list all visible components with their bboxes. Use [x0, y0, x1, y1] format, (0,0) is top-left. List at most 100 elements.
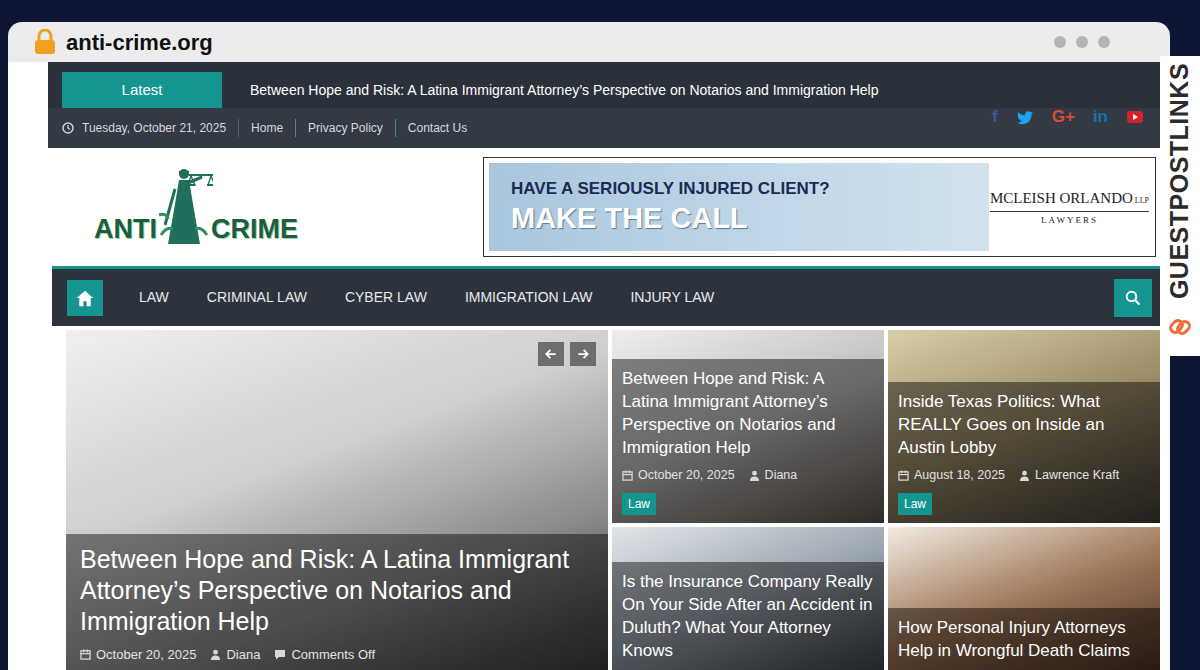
slide-arrows — [538, 342, 596, 366]
card-title[interactable]: Inside Texas Politics: What REALLY Goes … — [898, 390, 1150, 459]
meta-cal: October 20, 2025 — [96, 645, 196, 665]
post-card[interactable]: How Personal Injury Attorneys Help in Wr… — [888, 527, 1160, 670]
top-left: Tuesday, October 21, 2025HomePrivacy Pol… — [62, 119, 479, 137]
logo-word[interactable]: CRIME — [211, 216, 298, 243]
post-card[interactable]: Is the Insurance Company Really On Your … — [612, 527, 884, 670]
post-meta: October 20, 2025 Diana Comments Off — [80, 645, 594, 665]
cal-icon — [80, 649, 91, 660]
search-icon[interactable] — [1114, 279, 1152, 317]
ad-headline: HAVE A SERIOUSLY INJURED CLIENT? — [511, 178, 989, 199]
cal-icon — [622, 470, 633, 481]
category-wrap: Law — [898, 491, 1150, 515]
post-card[interactable]: Inside Texas Politics: What REALLY Goes … — [888, 330, 1160, 523]
meta-item: Diana — [210, 645, 260, 665]
card-title[interactable]: Between Hope and Risk: A Latina Immigran… — [622, 367, 874, 459]
card-title[interactable]: How Personal Injury Attorneys Help in Wr… — [898, 616, 1150, 662]
linkedin-icon[interactable]: in — [1093, 108, 1108, 125]
meta-user[interactable]: Diana — [226, 645, 260, 665]
meta-cal: October 20, 2025 — [638, 465, 735, 485]
card-caption: Between Hope and Risk: A Latina Immigran… — [612, 359, 884, 523]
youtube-icon[interactable] — [1126, 109, 1144, 125]
user-icon — [749, 470, 760, 481]
meta-item: Lawrence Kraft — [1019, 465, 1119, 485]
post-card[interactable]: Between Hope and Risk: A Latina Immigran… — [612, 330, 884, 523]
main-nav: LAW CRIMINAL LAW CYBER LAW IMMIGRATION LAW I… — [52, 266, 1160, 326]
meta-item: August 18, 2025 — [898, 465, 1005, 485]
meta-item: Comments Off — [274, 645, 375, 665]
side-label-box: GUESTPOSTLINKS — [1160, 56, 1200, 306]
top-link[interactable]: Home — [239, 119, 296, 137]
cal-icon — [898, 470, 909, 481]
post-grid: Between Hope and Risk: A Latina Immigran… — [612, 330, 1160, 670]
nav-item[interactable]: IMMIGRATION LAW — [463, 279, 595, 316]
arrow-left-icon[interactable] — [538, 342, 564, 366]
ad-brand-name: MCLEISH ORLANDOLLP — [990, 187, 1149, 213]
card-caption: Inside Texas Politics: What REALLY Goes … — [888, 382, 1160, 523]
facebook-icon[interactable]: f — [992, 108, 998, 125]
ad-call: MAKE THE CALL — [511, 200, 989, 236]
meta-user[interactable]: Lawrence Kraft — [1035, 465, 1119, 485]
address-bar[interactable]: anti-crime.org — [34, 26, 213, 59]
web-page: LatestBetween Hope and Risk: A Latina Im… — [8, 62, 1170, 670]
window-controls — [1054, 36, 1110, 48]
side-label: GUESTPOSTLINKS — [1161, 63, 1199, 299]
url-text[interactable]: anti-crime.org — [66, 26, 213, 59]
card-caption: How Personal Injury Attorneys Help in Wr… — [888, 608, 1160, 670]
home-icon[interactable] — [67, 280, 103, 316]
ad-banner[interactable]: HAVE A SERIOUSLY INJURED CLIENT?MAKE THE… — [483, 157, 1156, 257]
nav-item[interactable]: LAW — [137, 279, 171, 316]
ticker-text[interactable]: Between Hope and Risk: A Latina Immigran… — [222, 72, 879, 108]
clock-icon — [62, 122, 74, 134]
nav-item[interactable]: INJURY LAW — [628, 279, 716, 316]
card-caption: Is the Insurance Company Really On Your … — [612, 562, 884, 670]
featured-area: Between Hope and Risk: A Latina Immigran… — [48, 326, 1164, 670]
window-dot[interactable] — [1076, 36, 1088, 48]
site-header: ANTI CRIME HAVE A SERIOUSLY INJURED CLIENT… — [48, 148, 1164, 266]
logo-word[interactable]: ANTI — [94, 216, 157, 243]
featured-slide[interactable]: Between Hope and Risk: A Latina Immigran… — [66, 330, 608, 670]
meta-comment[interactable]: Comments Off — [291, 645, 375, 665]
window-dot[interactable] — [1098, 36, 1110, 48]
arrow-right-icon[interactable] — [570, 342, 596, 366]
meta-item: October 20, 2025 — [80, 645, 196, 665]
justice-icon[interactable] — [155, 165, 213, 249]
brand-suffix: LLP — [1135, 195, 1149, 207]
nav-item[interactable]: CRIMINAL LAW — [205, 279, 309, 316]
browser-chrome: anti-crime.org — [8, 22, 1170, 62]
slide-title[interactable]: Between Hope and Risk: A Latina Immigran… — [80, 544, 594, 637]
top-bar: Tuesday, October 21, 2025HomePrivacy Pol… — [48, 108, 1164, 148]
slide-caption: Between Hope and Risk: A Latina Immigran… — [66, 534, 608, 670]
meta-item: Diana — [749, 465, 798, 485]
meta-cal: August 18, 2025 — [914, 465, 1005, 485]
top-link[interactable]: Privacy Policy — [296, 119, 396, 137]
category-wrap: Law — [622, 491, 874, 515]
site-logo[interactable]: ANTI CRIME — [94, 165, 298, 249]
google-icon[interactable]: G+ — [1052, 108, 1075, 125]
category-badge[interactable]: Law — [898, 493, 932, 515]
user-icon — [1019, 470, 1030, 481]
window-dot[interactable] — [1054, 36, 1066, 48]
top-link[interactable]: Contact Us — [396, 119, 479, 137]
ticker-bar: LatestBetween Hope and Risk: A Latina Im… — [48, 62, 1164, 108]
date-text: Tuesday, October 21, 2025 — [82, 119, 239, 137]
comment-icon — [274, 649, 286, 660]
nav-items: LAW CRIMINAL LAW CYBER LAW IMMIGRATION LAW I… — [67, 279, 716, 316]
ad-panel: HAVE A SERIOUSLY INJURED CLIENT?MAKE THE… — [489, 163, 989, 251]
link-icon — [1167, 314, 1193, 340]
nav-item[interactable]: CYBER LAW — [343, 279, 429, 316]
brand-sub: LAWYERS — [1041, 214, 1098, 228]
meta-item: October 20, 2025 — [622, 465, 735, 485]
ad-brand: MCLEISH ORLANDOLLPLAWYERS — [989, 163, 1150, 251]
social-links: f G+ in — [992, 108, 1144, 125]
card-title[interactable]: Is the Insurance Company Really On Your … — [622, 570, 874, 662]
brand-name: MCLEISH ORLANDO — [990, 187, 1133, 210]
lock-icon — [34, 29, 56, 55]
latest-label: Latest — [62, 72, 222, 108]
post-meta: August 18, 2025 Lawrence Kraft — [898, 465, 1150, 485]
post-meta: October 20, 2025 Diana — [622, 465, 874, 485]
browser-window: anti-crime.orgLatestBetween Hope and Ris… — [8, 22, 1170, 670]
twitter-icon[interactable] — [1016, 109, 1034, 125]
side-strip: GUESTPOSTLINKS — [1160, 56, 1200, 356]
meta-user[interactable]: Diana — [765, 465, 798, 485]
category-badge[interactable]: Law — [622, 493, 656, 515]
